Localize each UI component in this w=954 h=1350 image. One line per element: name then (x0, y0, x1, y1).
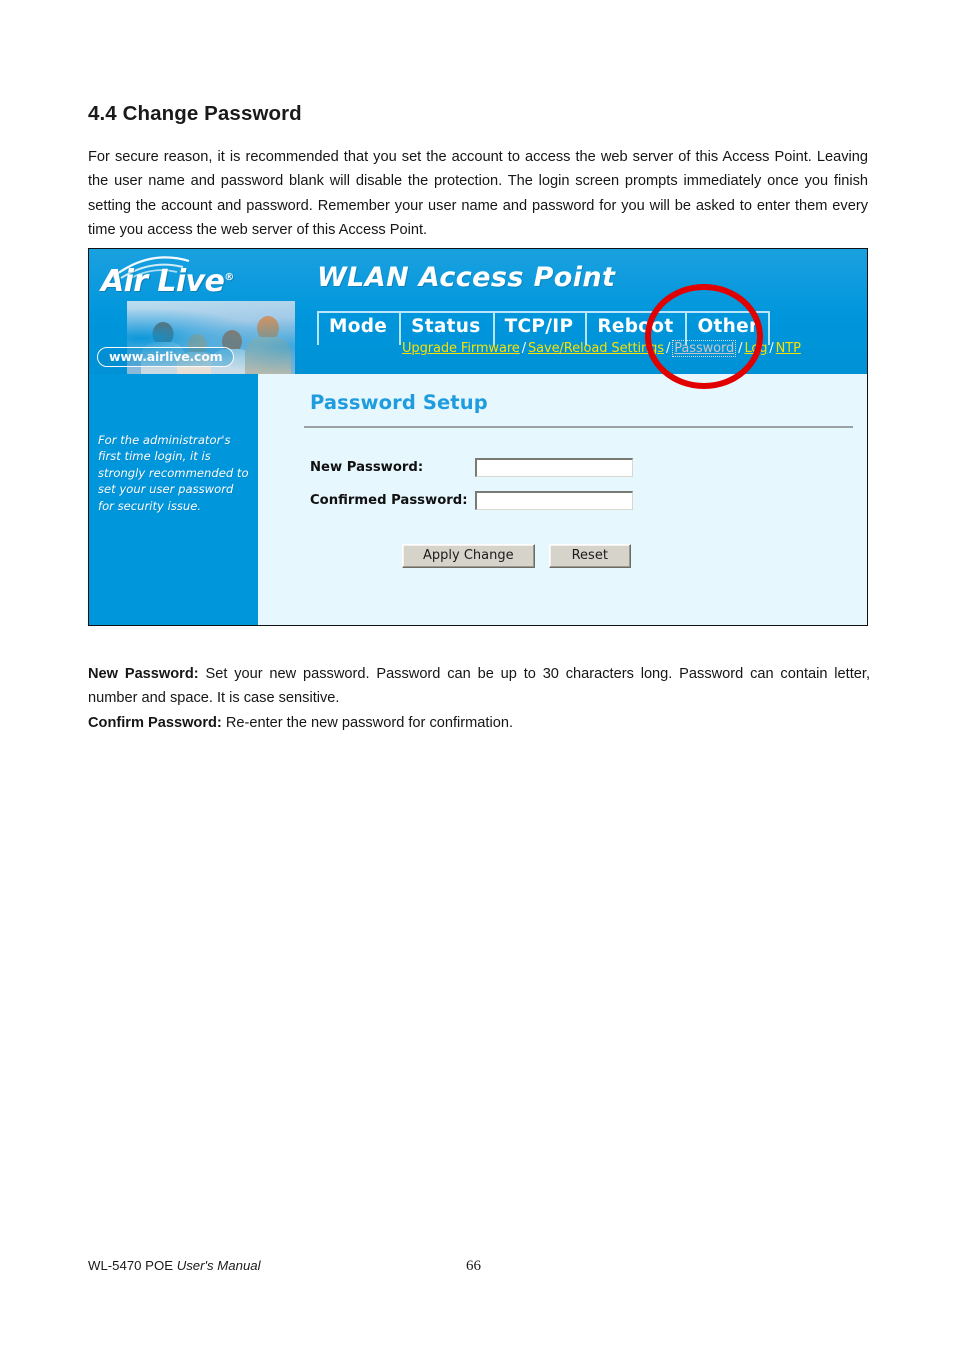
embedded-screenshot: Air Live® www.airlive.com WLAN Access Po… (88, 248, 868, 626)
brand-logo-block: Air Live® www.airlive.com (95, 251, 295, 374)
registered-trademark-icon: ® (224, 272, 234, 283)
brand-wordmark-text: Air Live (101, 264, 225, 299)
form-actions: Apply Change Reset (402, 544, 631, 568)
tab-reboot[interactable]: Reboot (585, 311, 686, 345)
confirm-password-note-lead: Confirm Password: (88, 714, 222, 731)
subnav-separator: / (769, 341, 774, 356)
form-row-new-password: New Password: (310, 458, 633, 477)
subnav-separator: / (665, 341, 671, 356)
footer-page-number: 66 (466, 1258, 481, 1274)
new-password-note-lead: New Password: (88, 665, 199, 682)
subnav-password-current[interactable]: Password (672, 340, 737, 357)
footer-model: WL-5470 POE (88, 1258, 177, 1273)
subnav-separator: / (521, 341, 526, 356)
tab-status[interactable]: Status (399, 311, 493, 345)
confirm-password-note-text: Re-enter the new password for confirmati… (221, 714, 513, 731)
content-heading: Password Setup (310, 391, 488, 414)
sidebar-help-text: For the administrator's first time login… (98, 433, 249, 513)
subnav-log[interactable]: Log (744, 341, 767, 356)
apply-change-button[interactable]: Apply Change (402, 544, 535, 568)
brand-wordmark: Air Live® (101, 264, 234, 299)
sub-navigation: Upgrade Firmware / Save/Reload Settings / Pa… (402, 340, 801, 357)
device-title: WLAN Access Point (317, 262, 616, 293)
footer-manual-label: WL-5470 POE User's Manual (88, 1258, 261, 1273)
intro-paragraph: For secure reason, it is recommended tha… (88, 148, 868, 239)
field-descriptions: New Password: Set your new password. Pas… (88, 662, 870, 736)
help-sidebar: For the administrator's first time login… (89, 374, 258, 625)
footer-manual-title: User's Manual (176, 1258, 261, 1273)
screenshot-header-band: Air Live® www.airlive.com WLAN Access Po… (89, 249, 867, 389)
brand-url-badge: www.airlive.com (97, 347, 235, 367)
new-password-note-text: Set your new password. Password can be u… (88, 665, 870, 707)
subnav-ntp[interactable]: NTP (776, 341, 801, 356)
new-password-input[interactable] (475, 458, 633, 477)
page-title: 4.4 Change Password (88, 101, 302, 125)
subnav-save-reload-settings[interactable]: Save/Reload Settings (528, 341, 664, 356)
new-password-label: New Password: (310, 460, 424, 475)
tab-tcpip[interactable]: TCP/IP (492, 311, 586, 345)
confirmed-password-label: Confirmed Password: (310, 493, 468, 508)
content-pane: Password Setup New Password: Confirmed P… (258, 374, 867, 625)
form-row-confirm-password: Confirmed Password: (310, 491, 633, 510)
subnav-upgrade-firmware[interactable]: Upgrade Firmware (402, 341, 520, 356)
manual-page: 4.4 Change Password For secure reason, i… (0, 0, 954, 1350)
confirmed-password-input[interactable] (475, 491, 633, 510)
heading-divider (304, 426, 853, 428)
reset-button[interactable]: Reset (548, 544, 631, 568)
tab-mode[interactable]: Mode (317, 311, 400, 345)
